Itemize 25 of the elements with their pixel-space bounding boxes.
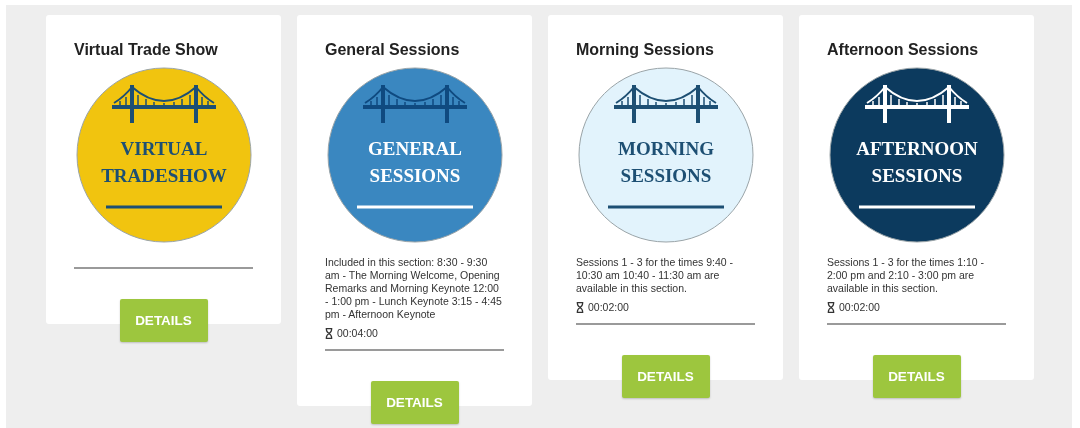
badge-title: AFTERNOON SESSIONS	[855, 138, 978, 186]
badge-title: GENERAL SESSIONS	[367, 138, 462, 186]
card-description: Included in this section: 8:30 - 9:30 am - The Morning Welcome, Opening Remarks and Morning Keynote 12:00 - 1:00 pm - Lunch Keynote 3:15 - 4:45 pm - Afternoon Keynote	[325, 256, 503, 321]
details-button[interactable]: DETAILS	[370, 381, 459, 424]
bridge-icon	[362, 83, 467, 125]
details-button[interactable]: DETAILS	[621, 355, 710, 398]
duration-text: 00:04:00	[337, 327, 378, 339]
bridge-icon	[111, 83, 216, 125]
bridge-icon	[613, 83, 718, 125]
hourglass-icon	[827, 301, 835, 313]
bridge-icon	[864, 83, 969, 125]
card-title: Morning Sessions	[576, 41, 715, 59]
badge-title: MORNING SESSIONS	[617, 138, 714, 186]
hourglass-icon	[325, 327, 333, 339]
card-title: Virtual Trade Show	[74, 41, 219, 59]
hourglass-icon	[576, 301, 584, 313]
card-description: Sessions 1 - 3 for the times 1:10 - 2:00 pm and 2:10 - 3:00 pm are available in this section.	[827, 256, 985, 295]
card-title: General Sessions	[325, 41, 461, 59]
card-description: Sessions 1 - 3 for the times 9:40 - 10:30 am 10:40 - 11:30 am are available in this section.	[576, 256, 734, 295]
card-title: Afternoon Sessions	[827, 41, 980, 59]
duration-text: 00:02:00	[839, 301, 880, 313]
badge-title: VIRTUAL TRADESHOW	[100, 138, 227, 186]
duration-text: 00:02:00	[588, 301, 629, 313]
details-button[interactable]: DETAILS	[872, 355, 961, 398]
details-button[interactable]: DETAILS	[119, 299, 208, 342]
